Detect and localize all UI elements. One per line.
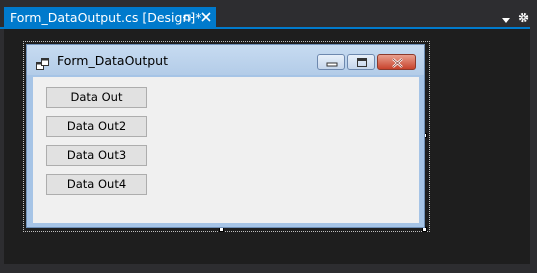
- form-titlebar: Form_DataOutput: [27, 45, 424, 75]
- document-tab[interactable]: Form_DataOutput.cs [Design]*: [4, 7, 216, 28]
- minimize-icon: [326, 62, 338, 67]
- minimize-button[interactable]: [317, 54, 345, 70]
- data-out2-button[interactable]: Data Out2: [46, 116, 147, 137]
- form-window[interactable]: Form_DataOutput Data Out Data Out2 Data …: [26, 44, 425, 228]
- form-title: Form_DataOutput: [57, 53, 169, 68]
- data-out4-button[interactable]: Data Out4: [46, 174, 147, 195]
- data-out3-button[interactable]: Data Out3: [46, 145, 147, 166]
- close-icon[interactable]: [199, 7, 213, 28]
- pin-icon[interactable]: [182, 7, 194, 28]
- close-icon: [392, 58, 403, 68]
- data-out-button[interactable]: Data Out: [46, 87, 147, 108]
- chevron-down-icon[interactable]: [501, 10, 511, 23]
- form-window-icon: [36, 55, 49, 70]
- designer-surface: Form_DataOutput Data Out Data Out2 Data …: [4, 29, 530, 264]
- document-tab-title: Form_DataOutput.cs [Design]*: [10, 10, 202, 25]
- maximize-icon: [357, 58, 367, 67]
- document-tab-strip: Form_DataOutput.cs [Design]*: [0, 0, 537, 29]
- form-client-area: Data Out Data Out2 Data Out3 Data Out4: [33, 77, 419, 223]
- gear-icon[interactable]: [517, 9, 530, 23]
- close-button[interactable]: [377, 54, 416, 70]
- maximize-button[interactable]: [347, 54, 375, 70]
